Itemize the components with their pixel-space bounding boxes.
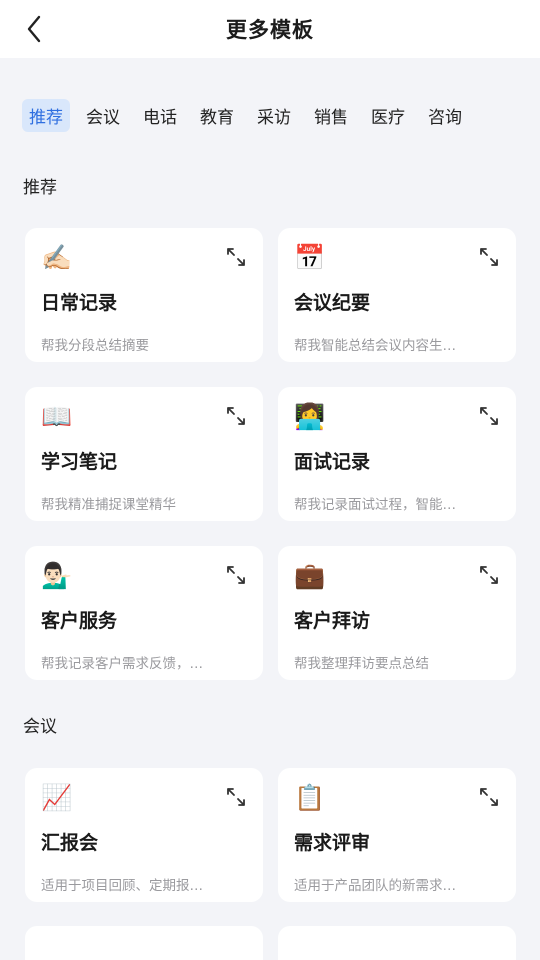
- service-person-icon: 💁🏻‍♂️: [41, 561, 73, 590]
- tab-medical[interactable]: 医疗: [364, 99, 412, 132]
- template-card-customer-visit[interactable]: 💼 客户拜访 帮我整理拜访要点总结: [278, 546, 516, 680]
- template-description: 适用于产品团队的新需求…: [294, 878, 456, 894]
- category-tabs: 推荐 会议 电话 教育 采访 销售 医疗 咨询: [22, 96, 522, 134]
- tab-interview[interactable]: 采访: [250, 99, 298, 132]
- calendar-icon: 📅: [294, 243, 326, 272]
- expand-arrows-icon[interactable]: [478, 564, 500, 586]
- tab-education[interactable]: 教育: [193, 99, 241, 132]
- page-title: 更多模板: [226, 18, 314, 42]
- template-card-partial[interactable]: [25, 926, 263, 960]
- expand-arrows-icon[interactable]: [225, 246, 247, 268]
- expand-arrows-icon[interactable]: [478, 405, 500, 427]
- expand-arrows-icon[interactable]: [478, 786, 500, 808]
- template-description: 帮我智能总结会议内容生…: [294, 338, 456, 354]
- template-description: 帮我精准捕捉课堂精华: [41, 497, 176, 513]
- tab-meeting[interactable]: 会议: [79, 99, 127, 132]
- template-description: 帮我整理拜访要点总结: [294, 656, 429, 672]
- briefcase-icon: 💼: [294, 561, 326, 590]
- writing-hand-icon: ✍🏻: [41, 243, 73, 272]
- template-name: 学习笔记: [41, 451, 118, 473]
- chevron-left-icon: [27, 15, 41, 43]
- template-description: 帮我记录面试过程，智能…: [294, 497, 456, 513]
- tab-sales[interactable]: 销售: [307, 99, 355, 132]
- template-description: 帮我分段总结摘要: [41, 338, 149, 354]
- template-card-meeting-minutes[interactable]: 📅 会议纪要 帮我智能总结会议内容生…: [278, 228, 516, 362]
- template-name: 汇报会: [41, 832, 99, 854]
- template-description: 适用于项目回顾、定期报…: [41, 878, 203, 894]
- expand-arrows-icon[interactable]: [225, 405, 247, 427]
- template-name: 客户服务: [41, 610, 118, 632]
- template-card-requirement-review[interactable]: 📋 需求评审 适用于产品团队的新需求…: [278, 768, 516, 902]
- template-name: 面试记录: [294, 451, 371, 473]
- tab-phone[interactable]: 电话: [136, 99, 184, 132]
- open-book-icon: 📖: [41, 402, 73, 431]
- clipboard-icon: 📋: [294, 783, 326, 812]
- tab-consulting[interactable]: 咨询: [421, 99, 469, 132]
- template-name: 客户拜访: [294, 610, 371, 632]
- template-name: 会议纪要: [294, 292, 371, 314]
- section-title-meeting: 会议: [23, 717, 57, 737]
- template-description: 帮我记录客户需求反馈，…: [41, 656, 203, 672]
- technologist-icon: 👩‍💻: [294, 402, 326, 431]
- template-card-study-notes[interactable]: 📖 学习笔记 帮我精准捕捉课堂精华: [25, 387, 263, 521]
- tab-recommended[interactable]: 推荐: [22, 98, 70, 132]
- expand-arrows-icon[interactable]: [225, 564, 247, 586]
- template-card-partial[interactable]: [278, 926, 516, 960]
- template-card-daily-notes[interactable]: ✍🏻 日常记录 帮我分段总结摘要: [25, 228, 263, 362]
- expand-arrows-icon[interactable]: [478, 246, 500, 268]
- section-title-recommended: 推荐: [23, 178, 57, 198]
- expand-arrows-icon[interactable]: [225, 786, 247, 808]
- top-bar: 更多模板: [0, 0, 540, 58]
- template-card-customer-service[interactable]: 💁🏻‍♂️ 客户服务 帮我记录客户需求反馈，…: [25, 546, 263, 680]
- template-name: 需求评审: [294, 832, 371, 854]
- back-button[interactable]: [18, 13, 50, 45]
- template-name: 日常记录: [41, 292, 118, 314]
- template-card-interview-notes[interactable]: 👩‍💻 面试记录 帮我记录面试过程，智能…: [278, 387, 516, 521]
- chart-increasing-icon: 📈: [41, 783, 73, 812]
- template-card-report-meeting[interactable]: 📈 汇报会 适用于项目回顾、定期报…: [25, 768, 263, 902]
